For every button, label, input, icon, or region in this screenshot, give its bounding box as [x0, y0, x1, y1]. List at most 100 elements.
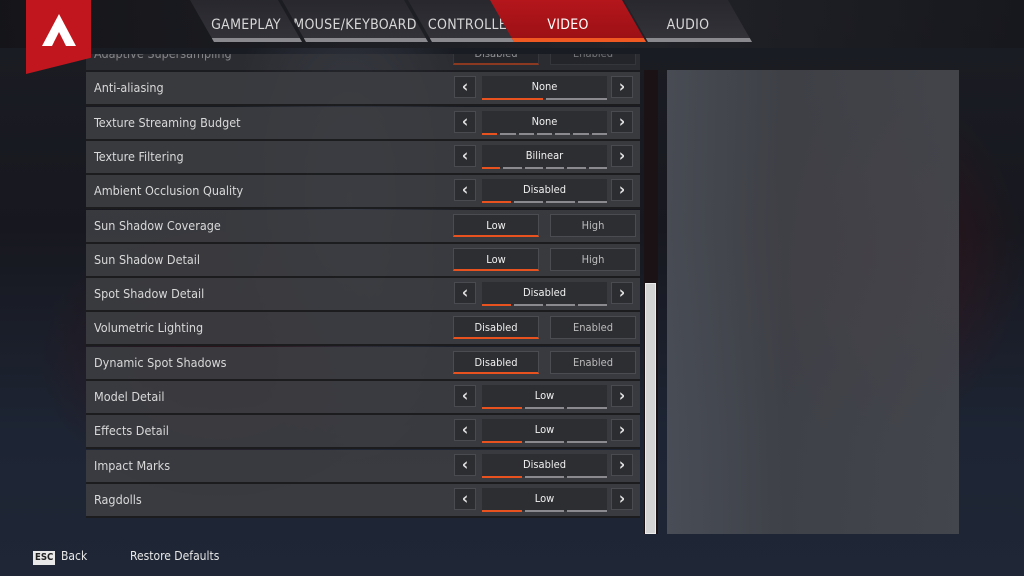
level-segment [567, 407, 608, 409]
next-option-arrow-icon[interactable]: › [611, 419, 633, 442]
level-segment [518, 132, 534, 135]
previous-option-arrow-icon[interactable]: ‹ [454, 487, 476, 510]
next-option-arrow-icon[interactable]: › [611, 487, 633, 510]
level-segment [546, 98, 607, 101]
option-value: Low [534, 423, 555, 437]
tab-label: AUDIO [666, 17, 710, 33]
option-selector[interactable]: Bilinear [482, 144, 607, 169]
option-selector[interactable]: None [482, 76, 607, 101]
previous-option-arrow-icon[interactable]: ‹ [454, 110, 476, 133]
option-value: Disabled [522, 183, 566, 197]
previous-option-arrow-icon[interactable]: ‹ [454, 453, 476, 476]
level-segment [591, 132, 607, 135]
setting-row: Texture Streaming Budget ‹ None › [86, 106, 640, 141]
next-option-arrow-icon[interactable]: › [611, 385, 633, 407]
level-segment [536, 132, 553, 135]
option-button[interactable]: Disabled [453, 316, 539, 340]
level-segment [567, 475, 608, 478]
next-option-arrow-icon[interactable]: › [611, 282, 633, 305]
level-segment-active [482, 509, 522, 512]
next-option-arrow-icon[interactable]: › [611, 144, 633, 167]
option-button[interactable]: High [550, 213, 636, 237]
level-segment [524, 407, 565, 409]
description-panel [667, 70, 959, 534]
level-segment [567, 166, 586, 169]
level-segment [503, 166, 522, 169]
level-indicator [482, 441, 608, 444]
option-selector[interactable]: Disabled [482, 179, 607, 204]
level-segment [524, 475, 565, 478]
tab-label: MOUSE/KEYBOARD [293, 17, 417, 33]
option-button[interactable]: Low [453, 213, 539, 237]
setting-row: Ragdolls ‹ Low › [86, 483, 640, 518]
option-button[interactable]: Disabled [453, 350, 539, 374]
level-segment-active [482, 407, 522, 409]
level-segment [514, 304, 543, 307]
previous-option-arrow-icon[interactable]: ‹ [454, 76, 476, 99]
video-settings-list: Adaptive Supersampling Disabled Enabled Ant… [86, 54, 640, 534]
level-segment [524, 166, 543, 169]
level-segment [545, 166, 565, 169]
next-option-arrow-icon[interactable]: › [611, 110, 633, 133]
level-segment [546, 304, 575, 307]
previous-option-arrow-icon[interactable]: ‹ [454, 385, 476, 407]
option-button[interactable]: Enabled [550, 350, 636, 374]
level-segment [573, 132, 589, 135]
option-selector[interactable]: Low [482, 419, 608, 444]
setting-label: Model Detail [94, 389, 165, 404]
previous-option-arrow-icon[interactable]: ‹ [454, 179, 476, 202]
level-segment-active [482, 166, 501, 169]
level-segment-active [482, 201, 511, 204]
setting-row: Effects Detail ‹ Low › [86, 415, 640, 450]
back-button[interactable]: Back [61, 549, 87, 563]
level-segment-active [482, 441, 522, 444]
previous-option-arrow-icon[interactable]: ‹ [454, 282, 476, 305]
setting-label: Texture Filtering [94, 148, 184, 164]
tab-video[interactable]: VIDEO [490, 0, 646, 42]
option-value: None [531, 114, 558, 128]
option-selector[interactable]: Disabled [482, 282, 607, 307]
scrollbar-thumb[interactable] [645, 283, 656, 534]
previous-option-arrow-icon[interactable]: ‹ [454, 144, 476, 167]
level-segment [567, 509, 608, 512]
level-segment [514, 201, 543, 204]
setting-label: Effects Detail [94, 423, 169, 439]
level-indicator [482, 475, 608, 478]
option-selector[interactable]: None [482, 110, 607, 135]
level-indicator [482, 166, 607, 169]
apex-logo [26, 0, 91, 74]
next-option-arrow-icon[interactable]: › [611, 179, 633, 202]
option-selector[interactable]: Low [482, 385, 608, 409]
level-indicator [482, 509, 608, 512]
setting-label: Anti-aliasing [94, 80, 164, 96]
setting-row: Adaptive Supersampling Disabled Enabled [86, 54, 640, 72]
level-segment [546, 201, 575, 204]
next-option-arrow-icon[interactable]: › [611, 76, 633, 99]
setting-row: Dynamic Spot Shadows Disabled Enabled [86, 346, 640, 381]
level-segment [524, 509, 565, 512]
tab-label: VIDEO [547, 17, 589, 33]
next-option-arrow-icon[interactable]: › [611, 453, 633, 476]
level-indicator [482, 304, 607, 307]
level-indicator [482, 98, 607, 101]
option-button[interactable]: Enabled [550, 54, 636, 65]
setting-row: Spot Shadow Detail ‹ Disabled › [86, 278, 640, 313]
level-segment-active [482, 304, 511, 307]
option-selector[interactable]: Disabled [482, 453, 608, 478]
tab-mouse-keyboard[interactable]: MOUSE/KEYBOARD [282, 0, 428, 42]
restore-defaults-button[interactable]: Restore Defaults [130, 549, 219, 563]
setting-label: Texture Streaming Budget [94, 114, 241, 130]
option-button[interactable]: Low [453, 247, 539, 271]
setting-row: Impact Marks ‹ Disabled › [86, 449, 640, 484]
option-button[interactable]: Disabled [453, 54, 539, 65]
level-segment [524, 441, 565, 444]
setting-row: Sun Shadow Detail Low High [86, 243, 640, 278]
option-button[interactable]: High [550, 247, 636, 271]
previous-option-arrow-icon[interactable]: ‹ [454, 419, 476, 442]
option-button[interactable]: Enabled [550, 316, 636, 340]
esc-key-icon: ESC [33, 551, 56, 565]
setting-row: Ambient Occlusion Quality ‹ Disabled › [86, 175, 640, 210]
option-selector[interactable]: Low [482, 487, 608, 512]
footer: ESC Back Restore Defaults [0, 546, 1024, 570]
option-value: None [531, 80, 558, 94]
